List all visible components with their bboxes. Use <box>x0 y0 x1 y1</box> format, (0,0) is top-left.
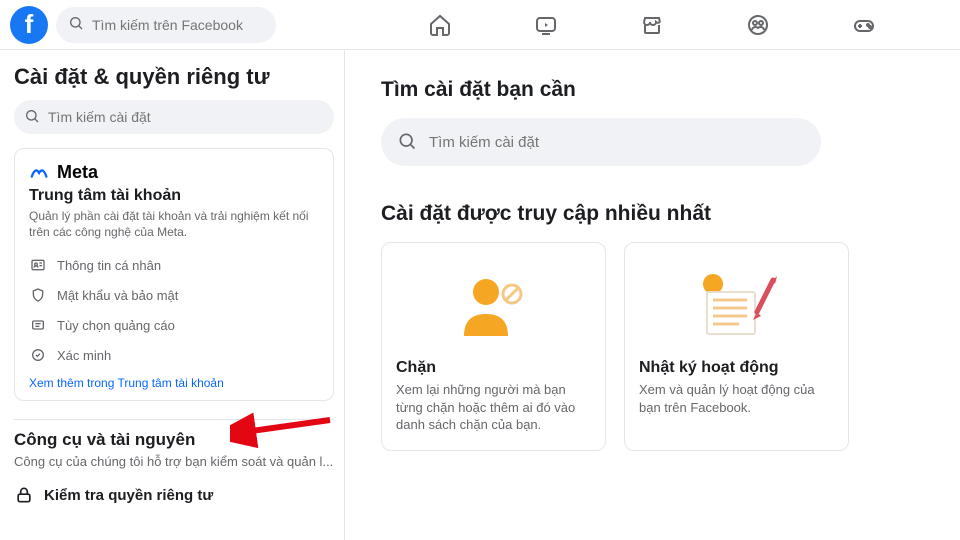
check-badge-icon <box>29 346 47 364</box>
card-title: Chặn <box>396 359 591 377</box>
sidebar-search-input[interactable] <box>48 109 324 125</box>
home-icon[interactable] <box>427 12 453 38</box>
id-card-icon <box>29 256 47 274</box>
settings-search-input[interactable] <box>429 134 805 151</box>
sidebar-title: Cài đặt & quyền riêng tư <box>14 64 334 90</box>
activity-illustration <box>639 255 834 353</box>
meta-desc: Quản lý phần cài đặt tài khoản và trải n… <box>29 209 319 240</box>
marketplace-icon[interactable] <box>639 12 665 38</box>
megaphone-icon <box>29 316 47 334</box>
most-heading: Cài đặt được truy cập nhiều nhất <box>381 202 960 226</box>
global-search[interactable] <box>56 7 276 43</box>
meta-item-security[interactable]: Mật khẩu và bảo mật <box>29 280 319 310</box>
meta-title: Trung tâm tài khoản <box>29 187 319 205</box>
lock-icon <box>14 485 34 505</box>
meta-icon <box>29 161 51 183</box>
tools-heading: Công cụ và tài nguyên <box>14 430 334 450</box>
video-icon[interactable] <box>533 12 559 38</box>
block-illustration <box>396 255 591 353</box>
card-activity-log[interactable]: Nhật ký hoạt động Xem và quản lý hoạt độ… <box>624 242 849 451</box>
meta-brand-text: Meta <box>57 162 98 183</box>
shield-icon <box>29 286 47 304</box>
divider <box>14 419 334 420</box>
meta-item-verify[interactable]: Xác minh <box>29 340 319 370</box>
sidebar: Cài đặt & quyền riêng tư Meta Trung tâm … <box>0 50 345 540</box>
groups-icon[interactable] <box>745 12 771 38</box>
global-search-input[interactable] <box>92 17 264 33</box>
search-icon <box>68 15 84 34</box>
meta-item-label: Tùy chọn quảng cáo <box>57 318 175 333</box>
card-desc: Xem và quản lý hoạt động của bạn trên Fa… <box>639 381 834 416</box>
search-icon <box>397 131 417 154</box>
facebook-logo[interactable]: f <box>10 6 48 44</box>
meta-item-ads[interactable]: Tùy chọn quảng cáo <box>29 310 319 340</box>
main-content: Tìm cài đặt bạn cần Cài đặt được truy cậ… <box>345 50 960 540</box>
card-title: Nhật ký hoạt động <box>639 359 834 377</box>
sidebar-item-label: Kiểm tra quyền riêng tư <box>44 487 213 504</box>
meta-more-link[interactable]: Xem thêm trong Trung tâm tài khoản <box>29 376 319 390</box>
meta-item-label: Mật khẩu và bảo mật <box>57 288 178 303</box>
cards-row: Chặn Xem lại những người mà bạn từng chặ… <box>381 242 960 451</box>
sidebar-search[interactable] <box>14 100 334 134</box>
card-desc: Xem lại những người mà bạn từng chặn hoặ… <box>396 381 591 434</box>
meta-card: Meta Trung tâm tài khoản Quản lý phần cà… <box>14 148 334 401</box>
tools-sub: Công cụ của chúng tôi hỗ trợ bạn kiểm so… <box>14 454 334 469</box>
meta-item-label: Thông tin cá nhân <box>57 258 161 273</box>
search-icon <box>24 108 40 127</box>
meta-item-label: Xác minh <box>57 348 111 363</box>
find-heading: Tìm cài đặt bạn cần <box>381 78 960 102</box>
meta-brand: Meta <box>29 161 319 183</box>
sidebar-item-privacy-check[interactable]: Kiểm tra quyền riêng tư <box>14 479 334 511</box>
meta-item-personal[interactable]: Thông tin cá nhân <box>29 250 319 280</box>
card-block[interactable]: Chặn Xem lại những người mà bạn từng chặ… <box>381 242 606 451</box>
topbar: f <box>0 0 960 50</box>
nav-icons <box>284 12 950 38</box>
settings-search[interactable] <box>381 118 821 166</box>
gaming-icon[interactable] <box>851 12 877 38</box>
